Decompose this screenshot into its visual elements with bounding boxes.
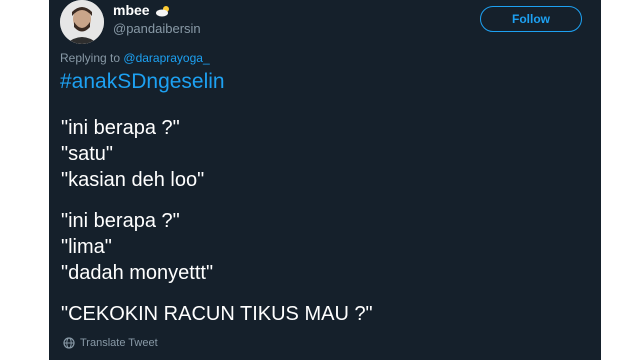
replying-to: Replying to @daraprayoga_: [60, 51, 210, 65]
cloud-sun-emoji-icon: [155, 4, 171, 17]
name-row: mbee: [113, 2, 171, 18]
follow-button[interactable]: Follow: [480, 6, 582, 32]
tweet-text-line: "lima": [61, 236, 112, 258]
display-name[interactable]: mbee: [113, 2, 150, 18]
globe-icon: [63, 337, 75, 349]
avatar[interactable]: [60, 0, 104, 44]
user-handle[interactable]: @pandaibersin: [113, 21, 201, 36]
tweet-text-line: "ini berapa ?": [61, 210, 180, 232]
tweet-card: mbee @pandaibersin Follow Replying to @d…: [49, 0, 601, 360]
reply-mention-link[interactable]: @daraprayoga_: [123, 51, 209, 65]
replying-prefix: Replying to: [60, 51, 121, 65]
tweet-text-line: "CEKOKIN RACUN TIKUS MAU ?": [61, 303, 373, 325]
avatar-photo-icon: [60, 0, 104, 44]
tweet-text-line: "ini berapa ?": [61, 117, 180, 139]
translate-tweet-button[interactable]: Translate Tweet: [63, 337, 158, 349]
hashtag-link[interactable]: #anakSDngeselin: [60, 70, 225, 94]
tweet-text-line: "satu": [61, 143, 114, 165]
tweet-text-line: "dadah monyettt": [61, 262, 214, 284]
tweet-header: mbee @pandaibersin Follow: [60, 0, 590, 44]
translate-label: Translate Tweet: [80, 337, 158, 349]
tweet-text-line: "kasian deh loo": [61, 169, 205, 191]
